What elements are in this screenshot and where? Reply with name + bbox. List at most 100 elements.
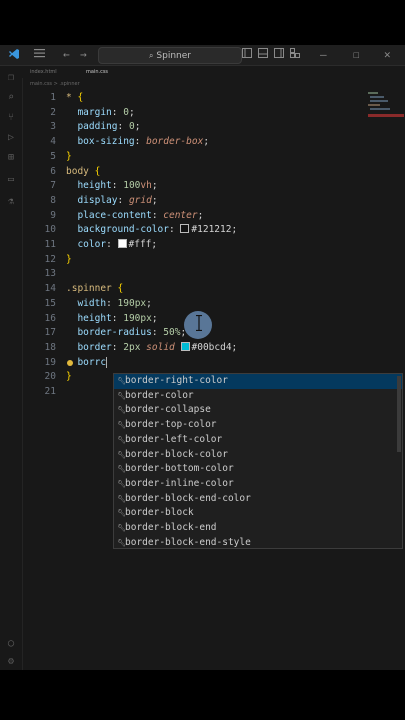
suggestion-item[interactable]: 🔧︎ border-block-color [114, 448, 402, 463]
code-line[interactable]: * { [66, 91, 83, 106]
wrench-icon: 🔧︎ [117, 509, 126, 518]
wrench-icon: 🔧︎ [117, 494, 126, 503]
suggestion-item[interactable]: 🔧︎ border-block [114, 506, 402, 521]
search-icon: ⌕ [149, 51, 154, 60]
line-number: 15 [44, 297, 56, 309]
line-number: 14 [44, 283, 56, 295]
code-line[interactable]: display: grid; [66, 194, 157, 209]
line-number: 16 [44, 312, 56, 324]
suggestion-item[interactable]: 🔧︎ border-right-color [114, 374, 402, 389]
line-number: 20 [44, 371, 56, 383]
line-number: 8 [50, 194, 56, 206]
remote-icon[interactable]: ▭ [5, 174, 17, 186]
i-beam-cursor-icon [196, 314, 202, 333]
code-line[interactable]: } [66, 150, 72, 165]
line-number: 11 [44, 239, 56, 250]
explorer-icon[interactable]: ❐ [5, 72, 17, 84]
code-line[interactable]: border: 2px solid #00bcd4; [66, 341, 237, 356]
wrench-icon: 🔧︎ [117, 377, 126, 385]
code-line[interactable]: height: 100vh; [66, 179, 157, 194]
line-number: 3 [50, 121, 56, 133]
color-swatch[interactable] [180, 341, 190, 351]
breadcrumb[interactable]: main.css > .spinner [30, 81, 80, 87]
account-icon[interactable]: ◯ [5, 638, 17, 650]
wrench-icon: 🔧︎ [117, 538, 126, 547]
line-number: 13 [44, 268, 56, 280]
extensions-icon[interactable]: ⊞ [5, 152, 17, 164]
wrench-icon: 🔧︎ [117, 450, 126, 459]
line-number: 9 [50, 209, 56, 221]
code-line[interactable]: borrc [66, 356, 108, 371]
code-line[interactable]: box-sizing: border-box; [66, 135, 209, 150]
suggestion-item[interactable]: 🔧︎ border-block-end-color [114, 492, 402, 507]
suggestion-scrollbar[interactable] [397, 376, 401, 452]
suggestion-item[interactable]: 🔧︎ border-block-end-style [114, 536, 402, 548]
suggestion-item[interactable]: 🔧︎ border-color [114, 389, 402, 404]
line-number: 4 [50, 136, 56, 148]
suggestion-item[interactable]: 🔧︎ border-top-color [114, 418, 402, 433]
menu-icon[interactable] [34, 48, 45, 62]
source-control-icon[interactable]: ⑂ [5, 112, 17, 124]
arrow-left-icon[interactable]: ← [63, 48, 70, 62]
search-icon[interactable]: ⌕ [5, 92, 17, 104]
settings-icon[interactable]: ⚙ [5, 656, 17, 668]
maximize-icon[interactable]: ☐ [353, 48, 360, 62]
code-line[interactable]: margin: 0; [66, 106, 134, 121]
code-line[interactable]: body { [66, 165, 100, 180]
code-line[interactable]: } [66, 370, 72, 385]
suggestion-item[interactable]: 🔧︎ border-inline-color [114, 477, 402, 492]
color-swatch[interactable] [180, 224, 190, 234]
line-number: 6 [50, 165, 56, 177]
wrench-icon: 🔧︎ [117, 479, 126, 488]
arrow-right-icon[interactable]: → [80, 48, 87, 62]
code-line[interactable]: border-radius: 50%; [66, 326, 186, 341]
code-line[interactable]: color: #fff; [66, 238, 157, 253]
minimize-icon[interactable]: — [320, 48, 327, 62]
line-number: 10 [44, 224, 56, 236]
line-number: 5 [50, 150, 56, 162]
wrench-icon: 🔧︎ [117, 406, 126, 415]
layout-icon[interactable] [242, 48, 252, 62]
color-swatch[interactable] [117, 239, 127, 248]
line-number: 12 [44, 253, 56, 265]
vscode-logo-icon [8, 48, 20, 64]
split-icon[interactable] [274, 48, 284, 62]
wrench-icon: 🔧︎ [117, 435, 126, 444]
suggestion-item[interactable]: 🔧︎ border-left-color [114, 433, 402, 448]
code-line[interactable]: background-color: #121212; [66, 223, 237, 238]
wrench-icon: 🔧︎ [117, 421, 126, 430]
run-debug-icon[interactable]: ▷ [5, 132, 17, 144]
line-number: 17 [44, 327, 56, 339]
code-line[interactable]: } [66, 253, 72, 268]
line-number: 7 [50, 180, 56, 192]
code-line[interactable]: width: 190px; [66, 297, 151, 312]
tab-index-html[interactable]: index.html [30, 67, 57, 77]
tab-bar: index.html main.css [22, 66, 405, 78]
code-line[interactable]: padding: 0; [66, 120, 140, 135]
line-number: 18 [44, 341, 56, 353]
wrench-icon: 🔧︎ [117, 524, 126, 532]
customize-icon[interactable] [290, 48, 300, 62]
testing-icon[interactable]: ⚗ [5, 196, 17, 208]
suggestion-item[interactable]: 🔧︎ border-block-end [114, 521, 402, 536]
activity-bar: ❐ ⌕ ⑂ ▷ ⊞ ▭ ⚗ ◯ ⚙ [0, 66, 23, 670]
tab-main-css[interactable]: main.css [86, 67, 108, 77]
editor-area: ❐ ⌕ ⑂ ▷ ⊞ ▭ ⚗ ◯ ⚙ index.html main.css ma… [0, 66, 405, 670]
code-line[interactable]: place-content: center; [66, 209, 203, 224]
line-number: 19 [44, 356, 56, 368]
text-caret [106, 356, 108, 368]
command-center-search[interactable]: ⌕ Spinner [98, 47, 242, 64]
code-line[interactable]: .spinner { [66, 282, 123, 297]
autocomplete-suggestions: 🔧︎ border-right-color 🔧︎ border-color 🔧︎ bo… [113, 373, 403, 549]
suggestion-item[interactable]: 🔧︎ border-bottom-color [114, 462, 402, 477]
minimap[interactable] [368, 92, 404, 122]
line-number: 2 [50, 106, 56, 118]
suggestion-item[interactable]: 🔧︎ border-collapse [114, 403, 402, 418]
search-text: Spinner [156, 51, 191, 61]
line-number: 21 [44, 386, 56, 397]
wrench-icon: 🔧︎ [117, 465, 126, 474]
panel-icon[interactable] [258, 48, 268, 62]
code-line[interactable]: height: 190px; [66, 312, 157, 327]
close-icon[interactable]: ✕ [384, 48, 391, 62]
title-bar: ← → ⌕ Spinner — ☐ ✕ [0, 45, 405, 66]
